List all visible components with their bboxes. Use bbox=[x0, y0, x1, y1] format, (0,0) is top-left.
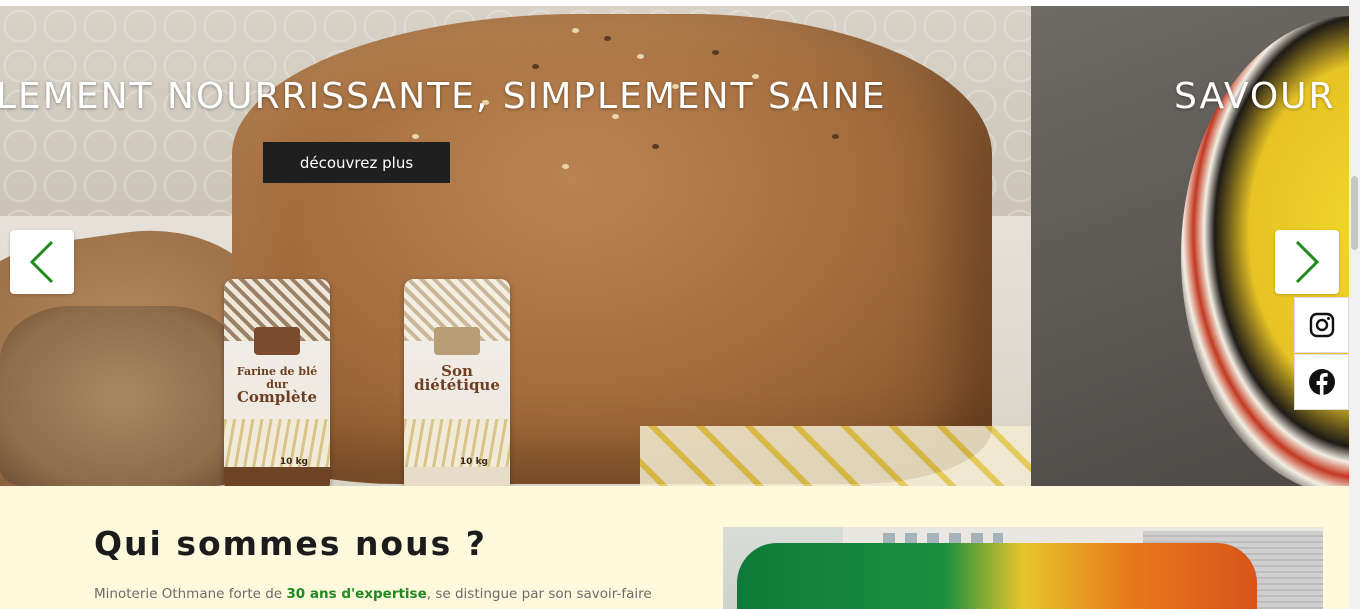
product-weight: 10 kg bbox=[279, 457, 308, 467]
hero-headline: LEMENT NOURRISSANTE, SIMPLEMENT SAINE bbox=[0, 76, 887, 117]
brand-badge bbox=[434, 327, 480, 355]
facebook-icon bbox=[1308, 369, 1335, 395]
product-name: Son diététique bbox=[414, 362, 500, 394]
page: Farine de blé dur Complète 10 kg Son dié… bbox=[0, 0, 1360, 609]
instagram-icon bbox=[1309, 312, 1334, 338]
instagram-link[interactable] bbox=[1294, 297, 1349, 353]
bread-slice bbox=[0, 306, 240, 486]
scrollbar-thumb[interactable] bbox=[1351, 176, 1358, 250]
about-title: Qui sommes nous ? bbox=[94, 524, 487, 563]
product-bag-farine: Farine de blé dur Complète 10 kg bbox=[224, 279, 330, 486]
chevron-right-icon bbox=[1295, 240, 1320, 284]
scrollbar[interactable] bbox=[1349, 0, 1360, 609]
brand-badge bbox=[254, 327, 300, 355]
discover-more-button[interactable]: découvrez plus bbox=[263, 142, 450, 183]
tablecloth bbox=[640, 426, 1031, 486]
product-weight: 10 kg bbox=[459, 457, 488, 467]
chevron-left-icon bbox=[29, 240, 54, 284]
product-name: Farine de blé dur Complète bbox=[236, 365, 318, 406]
about-section: Qui sommes nous ? Minoterie Othmane fort… bbox=[0, 486, 1349, 609]
about-text: Minoterie Othmane forte de 30 ans d'expe… bbox=[94, 586, 652, 602]
about-highlight: 30 ans d'expertise bbox=[286, 586, 427, 602]
facebook-link[interactable] bbox=[1294, 354, 1349, 410]
about-photo bbox=[723, 527, 1323, 609]
carousel-prev-button[interactable] bbox=[10, 230, 74, 294]
delivery-truck bbox=[737, 543, 1257, 609]
carousel-next-button[interactable] bbox=[1275, 230, 1339, 294]
product-bag-son: Son diététique 10 kg bbox=[404, 279, 510, 486]
hero-carousel: Farine de blé dur Complète 10 kg Son dié… bbox=[0, 6, 1349, 486]
hero-headline-next: SAVOUR bbox=[1174, 76, 1336, 117]
